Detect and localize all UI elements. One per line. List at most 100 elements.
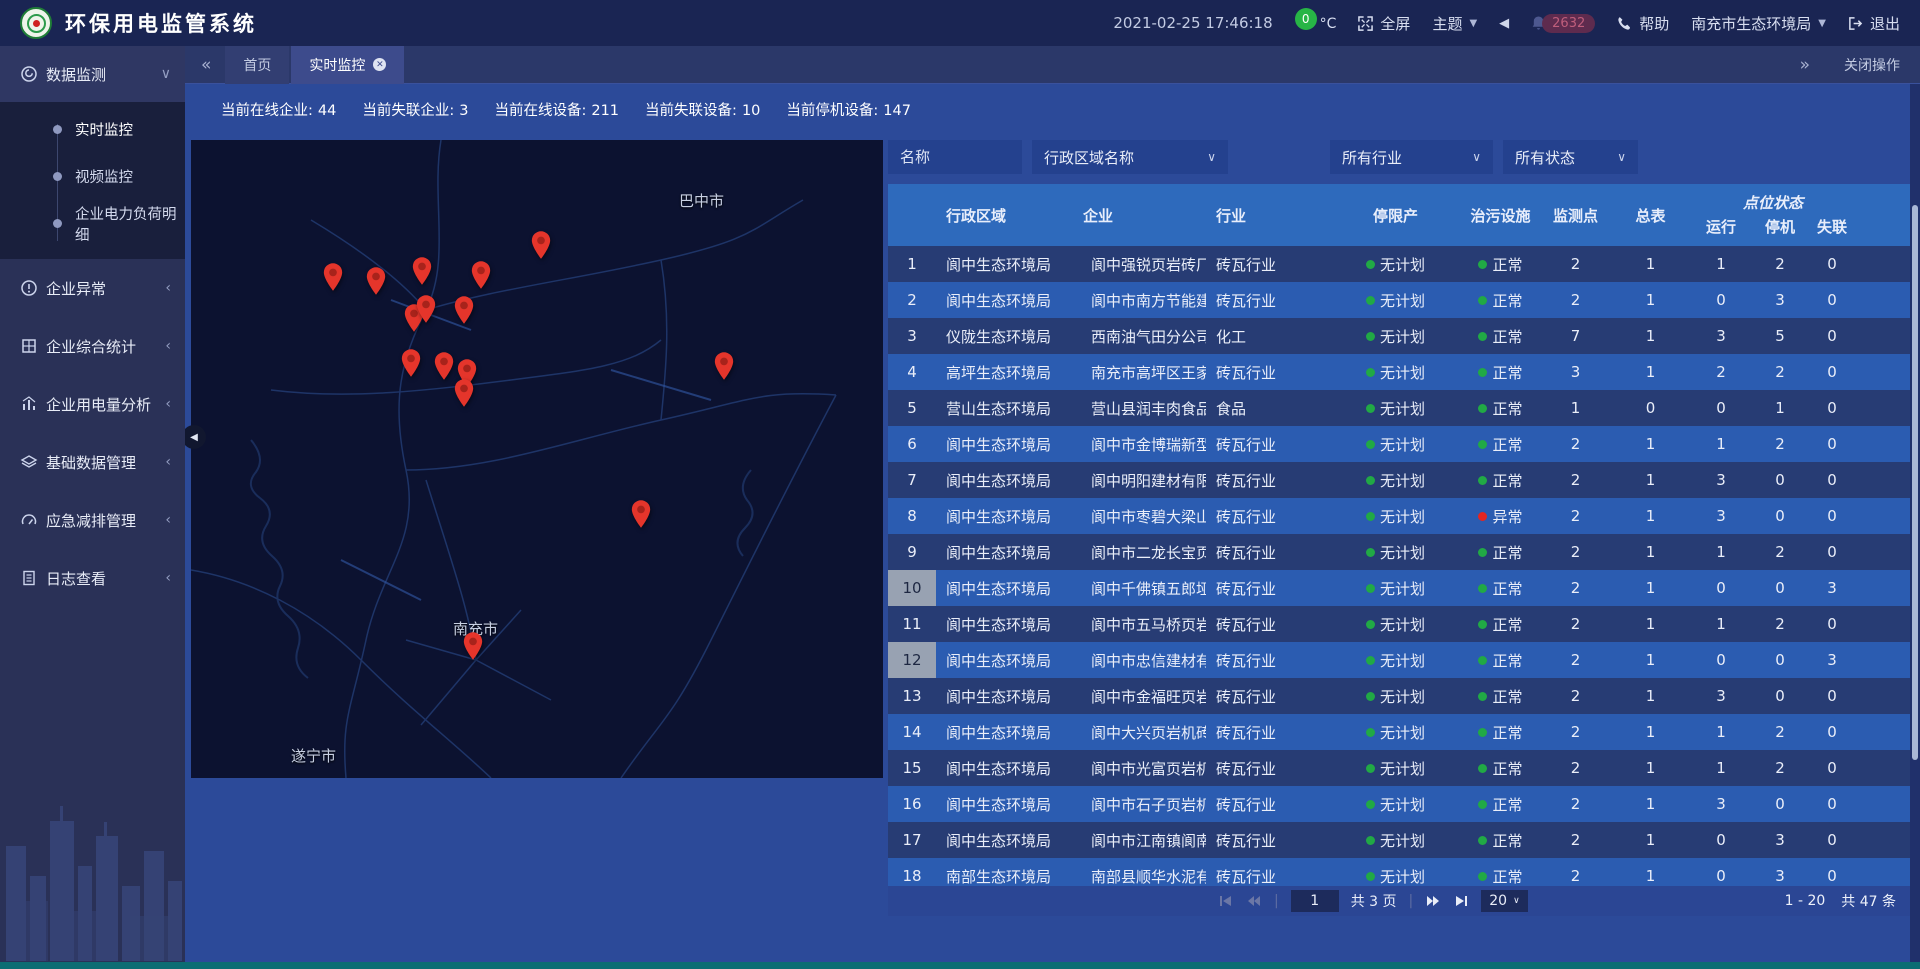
alarm-count-badge: 2632 bbox=[1542, 14, 1595, 33]
next-page-button[interactable] bbox=[1425, 895, 1441, 907]
row-industry: 砖瓦行业 bbox=[1206, 254, 1328, 275]
map-pin[interactable] bbox=[470, 260, 492, 290]
help-button[interactable]: 帮助 bbox=[1617, 13, 1669, 34]
sidebar-subitem[interactable]: 视频监控 bbox=[0, 153, 185, 200]
table-row[interactable]: 3仪陇生态环境局西南油气田分公司川中化工无计划正常71350 bbox=[888, 318, 1910, 354]
sidebar-item-3[interactable]: 企业综合统计‹ bbox=[0, 317, 185, 375]
table-row[interactable]: 1阆中生态环境局阆中强锐页岩砖厂砖瓦行业无计划正常21120 bbox=[888, 246, 1910, 282]
first-page-button[interactable] bbox=[1218, 895, 1234, 907]
sidebar-item-5[interactable]: 基础数据管理‹ bbox=[0, 433, 185, 491]
tabs-scroll-right-icon[interactable]: » bbox=[1800, 55, 1810, 75]
map-pin[interactable] bbox=[713, 351, 735, 381]
page-size-select[interactable]: 20 ∨ bbox=[1481, 890, 1527, 912]
scrollbar[interactable] bbox=[1912, 205, 1918, 760]
row-stopped: 0 bbox=[1754, 687, 1806, 705]
map-pin[interactable] bbox=[400, 348, 422, 378]
sidebar-item-1[interactable]: 数据监测∨ bbox=[0, 46, 185, 102]
map[interactable]: 巴中市南充市遂宁市 bbox=[191, 140, 883, 778]
logout-button[interactable]: 退出 bbox=[1848, 13, 1900, 34]
table-row[interactable]: 5营山生态环境局营山县润丰肉食品有限食品无计划正常10010 bbox=[888, 390, 1910, 426]
status-dot bbox=[1478, 548, 1487, 557]
table-row[interactable]: 11阆中生态环境局阆中市五马桥页岩机砖砖瓦行业无计划正常21120 bbox=[888, 606, 1910, 642]
row-total: 1 bbox=[1613, 723, 1688, 741]
row-region: 南部生态环境局 bbox=[936, 866, 1073, 887]
table-row[interactable]: 12阆中生态环境局阆中市忠信建材有限公砖瓦行业无计划正常21003 bbox=[888, 642, 1910, 678]
row-lost: 0 bbox=[1806, 327, 1858, 345]
row-run: 0 bbox=[1688, 831, 1754, 849]
sidebar-subitem[interactable]: 实时监控 bbox=[0, 106, 185, 153]
sidebar-item-4[interactable]: 企业用电量分析‹ bbox=[0, 375, 185, 433]
map-pin[interactable] bbox=[630, 499, 652, 529]
row-index: 9 bbox=[888, 534, 936, 570]
table-row[interactable]: 14阆中生态环境局阆中大兴页岩机砖厂砖瓦行业无计划正常21120 bbox=[888, 714, 1910, 750]
sidebar-item-2[interactable]: 企业异常‹ bbox=[0, 259, 185, 317]
close-operations-button[interactable]: 关闭操作 bbox=[1844, 55, 1900, 75]
map-pin[interactable] bbox=[322, 262, 344, 292]
map-pin[interactable] bbox=[530, 230, 552, 260]
tab-label: 首页 bbox=[243, 55, 271, 75]
row-stopped: 0 bbox=[1754, 471, 1806, 489]
row-lost: 0 bbox=[1806, 399, 1858, 417]
row-company: 阆中大兴页岩机砖厂 bbox=[1073, 722, 1206, 743]
row-region: 阆中生态环境局 bbox=[936, 290, 1073, 311]
datetime: 2021-02-25 17:46:18 bbox=[1113, 14, 1272, 32]
org-dropdown[interactable]: 南充市生态环境局 ▼ bbox=[1691, 13, 1826, 34]
table-row[interactable]: 10阆中生态环境局阆中千佛镇五郎垭页岩砖瓦行业无计划正常21003 bbox=[888, 570, 1910, 606]
tabs-scroll-left-icon[interactable]: « bbox=[201, 55, 211, 75]
theme-dropdown[interactable]: 主题 ▼ bbox=[1432, 13, 1477, 34]
map-pin[interactable] bbox=[453, 378, 475, 408]
map-pin[interactable] bbox=[365, 266, 387, 296]
last-page-button[interactable] bbox=[1453, 895, 1469, 907]
row-facility-text: 正常 bbox=[1492, 326, 1522, 347]
table-row[interactable]: 9阆中生态环境局阆中市二龙长宝页岩砖砖瓦行业无计划正常21120 bbox=[888, 534, 1910, 570]
map-pin[interactable] bbox=[411, 256, 433, 286]
table-row[interactable]: 4高坪生态环境局南充市高坪区王家店建砖瓦行业无计划正常31220 bbox=[888, 354, 1910, 390]
mute-speaker-icon[interactable]: ◀ bbox=[1499, 16, 1509, 31]
table-row[interactable]: 16阆中生态环境局阆中市石子页岩机砖厂砖瓦行业无计划正常21300 bbox=[888, 786, 1910, 822]
table-row[interactable]: 6阆中生态环境局阆中市金博瑞新型墙材砖瓦行业无计划正常21120 bbox=[888, 426, 1910, 462]
row-stopped: 3 bbox=[1754, 291, 1806, 309]
row-facility-status: 正常 bbox=[1463, 578, 1538, 599]
map-pin[interactable] bbox=[415, 294, 437, 324]
row-region: 阆中生态环境局 bbox=[936, 470, 1073, 491]
status-dot bbox=[1478, 584, 1487, 593]
gauge-icon bbox=[20, 511, 38, 529]
fullscreen-button[interactable]: 全屏 bbox=[1358, 13, 1410, 34]
topbar-actions: 2021-02-25 17:46:18 0 °C 全屏 主题 ▼ ◀ 2632 … bbox=[1113, 13, 1900, 34]
status-filter-select[interactable]: 所有状态 ∨ bbox=[1503, 140, 1638, 174]
chevron-down-icon: ▼ bbox=[1469, 18, 1477, 29]
bottom-accent-bar bbox=[0, 962, 1920, 969]
name-filter-input[interactable] bbox=[888, 140, 1022, 174]
prev-page-button[interactable] bbox=[1246, 895, 1262, 907]
status-dot bbox=[1366, 404, 1375, 413]
fullscreen-label: 全屏 bbox=[1380, 13, 1410, 34]
table-row[interactable]: 2阆中生态环境局阆中市南方节能建材有砖瓦行业无计划正常21030 bbox=[888, 282, 1910, 318]
sidebar-item-7[interactable]: 日志查看‹ bbox=[0, 549, 185, 607]
table-row[interactable]: 17阆中生态环境局阆中市江南镇阆南页岩砖瓦行业无计划正常21030 bbox=[888, 822, 1910, 858]
sidebar-item-label: 基础数据管理 bbox=[46, 452, 136, 473]
row-stopped: 0 bbox=[1754, 795, 1806, 813]
row-points: 2 bbox=[1538, 831, 1613, 849]
map-pin[interactable] bbox=[433, 351, 455, 381]
region-filter-select[interactable]: 行政区域名称 ∨ bbox=[1032, 140, 1228, 174]
table-row[interactable]: 15阆中生态环境局阆中市光富页岩机砖厂砖瓦行业无计划正常21120 bbox=[888, 750, 1910, 786]
close-icon[interactable]: ✕ bbox=[373, 58, 386, 71]
sidebar-item-6[interactable]: 应急减排管理‹ bbox=[0, 491, 185, 549]
alarm-bell-button[interactable]: 2632 bbox=[1531, 14, 1595, 33]
row-lost: 0 bbox=[1806, 759, 1858, 777]
pagination-controls: | 1 共 3 页 | 20 ∨ bbox=[1218, 886, 1528, 916]
table-row[interactable]: 13阆中生态环境局阆中市金福旺页岩机砖砖瓦行业无计划正常21300 bbox=[888, 678, 1910, 714]
tab-首页[interactable]: 首页 bbox=[225, 46, 289, 84]
map-pin[interactable] bbox=[453, 295, 475, 325]
page-number-input[interactable]: 1 bbox=[1291, 890, 1339, 912]
row-run: 1 bbox=[1688, 759, 1754, 777]
industry-filter-select[interactable]: 所有行业 ∨ bbox=[1330, 140, 1493, 174]
tab-实时监控[interactable]: 实时监控✕ bbox=[291, 46, 404, 84]
table-row[interactable]: 8阆中生态环境局阆中市枣碧大梁山页岩砖瓦行业无计划异常21300 bbox=[888, 498, 1910, 534]
table-row[interactable]: 7阆中生态环境局阆中明阳建材有限公司砖瓦行业无计划正常21300 bbox=[888, 462, 1910, 498]
row-industry: 砖瓦行业 bbox=[1206, 470, 1328, 491]
row-facility-status: 正常 bbox=[1463, 362, 1538, 383]
status-dot bbox=[1478, 764, 1487, 773]
map-pin[interactable] bbox=[462, 631, 484, 661]
sidebar-subitem[interactable]: 企业电力负荷明细 bbox=[0, 200, 185, 247]
